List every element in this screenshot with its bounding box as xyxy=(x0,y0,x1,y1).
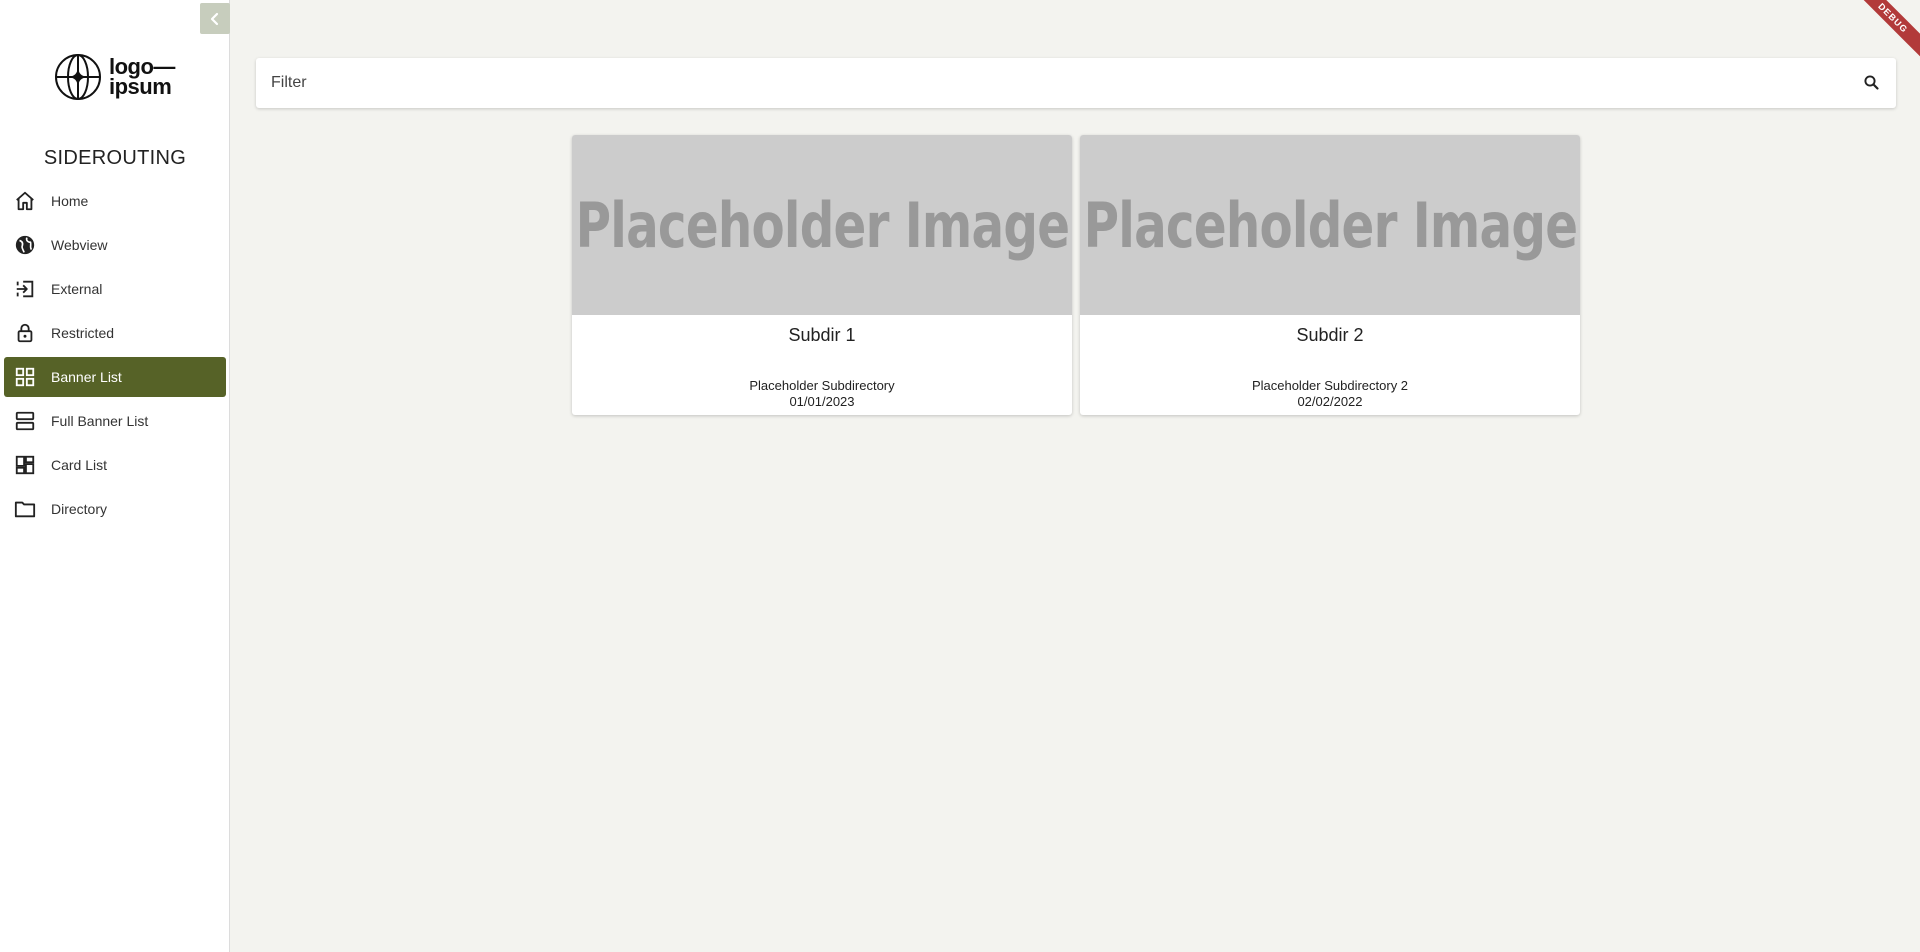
grid-icon xyxy=(14,366,36,388)
logo-text: logo— ipsum xyxy=(109,56,175,99)
logo-text-line2: ipsum xyxy=(109,74,172,99)
card-title: Subdir 2 xyxy=(1296,325,1364,345)
subdir-card[interactable]: Placeholder Image Subdir 2 Placeholder S… xyxy=(1080,135,1580,415)
card-image-text: Placeholder Image xyxy=(1083,188,1577,262)
sidebar-item-label: Webview xyxy=(51,237,108,253)
app-title: SIDEROUTING xyxy=(43,147,187,169)
sidebar-item-label: Restricted xyxy=(51,325,115,341)
sidebar-item-home[interactable]: Home xyxy=(4,181,226,221)
card-image: Placeholder Image xyxy=(572,135,1072,315)
debug-banner: DEBUG xyxy=(1848,0,1920,63)
rows-icon xyxy=(14,410,36,432)
sidebar-item-label: Directory xyxy=(51,501,108,517)
card-grid: Placeholder Image Subdir 1 Placeholder S… xyxy=(572,135,1588,415)
logo-globe-icon xyxy=(55,54,101,100)
card-subtitle-block: Placeholder Subdirectory 01/01/2023 xyxy=(572,378,1072,410)
card-subtitle-block: Placeholder Subdirectory 2 02/02/2022 xyxy=(1080,378,1580,410)
card-title: Subdir 1 xyxy=(788,325,856,345)
card-subtitle: Placeholder Subdirectory xyxy=(749,378,895,393)
sidebar-item-label: Home xyxy=(51,193,89,209)
dashboard-icon xyxy=(14,454,36,476)
filter-bar xyxy=(256,58,1896,108)
card-image: Placeholder Image xyxy=(1080,135,1580,315)
filter-input[interactable] xyxy=(256,58,1846,108)
sidebar-item-restricted[interactable]: Restricted xyxy=(4,313,226,353)
chevron-left-icon xyxy=(210,12,219,25)
card-image-text: Placeholder Image xyxy=(575,188,1069,262)
sidebar-nav: Home Webview External Restricted Banner … xyxy=(4,181,226,533)
sidebar-item-webview[interactable]: Webview xyxy=(4,225,226,265)
sidebar-item-directory[interactable]: Directory xyxy=(4,489,226,529)
login-icon xyxy=(14,278,36,300)
card-subtitle: Placeholder Subdirectory 2 xyxy=(1251,378,1409,393)
search-icon[interactable] xyxy=(1862,73,1882,93)
sidebar-item-banner-list[interactable]: Banner List xyxy=(4,357,226,397)
sidebar-item-label: Card List xyxy=(51,457,108,473)
card-date: 02/02/2022 xyxy=(1297,394,1363,409)
collapse-sidebar-button[interactable] xyxy=(200,3,230,34)
sidebar-item-label: Banner List xyxy=(51,369,122,385)
sidebar-item-card-list[interactable]: Card List xyxy=(4,445,226,485)
sidebar-item-full-banner-list[interactable]: Full Banner List xyxy=(4,401,226,441)
globe-icon xyxy=(14,234,36,256)
sidebar-item-label: External xyxy=(51,281,103,297)
home-icon xyxy=(14,190,36,212)
logo: logo— ipsum xyxy=(54,52,178,102)
subdir-card[interactable]: Placeholder Image Subdir 1 Placeholder S… xyxy=(572,135,1072,415)
card-date: 01/01/2023 xyxy=(789,394,855,409)
sidebar-item-label: Full Banner List xyxy=(51,413,149,429)
sidebar-item-external[interactable]: External xyxy=(4,269,226,309)
folder-icon xyxy=(14,498,36,520)
lock-icon xyxy=(14,322,36,344)
sidebar: logo— ipsum SIDEROUTING Home Webview Ext… xyxy=(0,0,230,952)
